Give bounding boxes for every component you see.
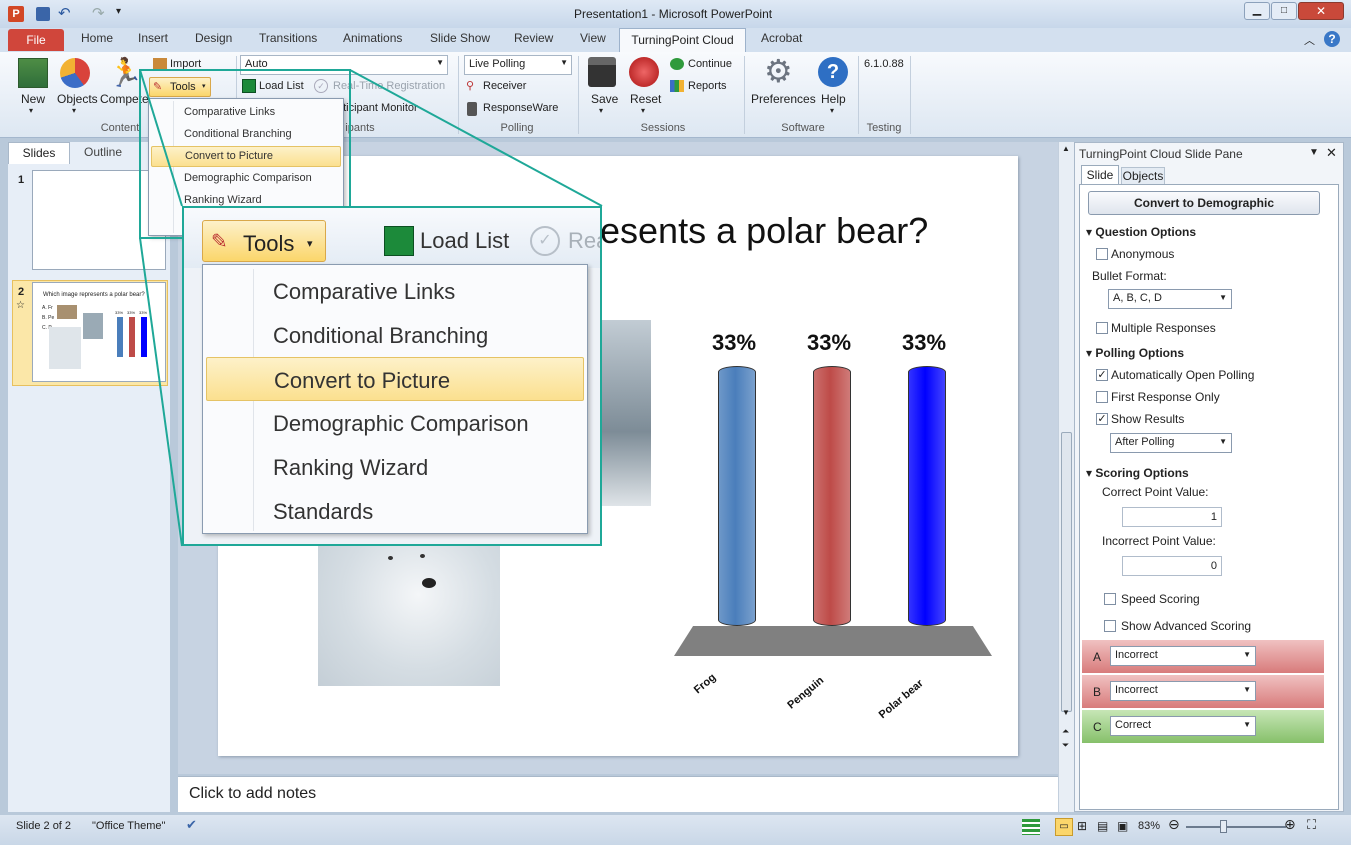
zoom-in-icon[interactable]: ⊕ <box>1284 816 1296 833</box>
reading-view-icon[interactable]: ▤ <box>1097 819 1108 833</box>
zoom-item-comparative-links[interactable]: Comparative Links <box>203 271 587 311</box>
theme-name: "Office Theme" <box>92 820 166 832</box>
zoom-load-list-icon <box>384 226 414 256</box>
zoom-out-icon[interactable]: ⊖ <box>1168 816 1180 833</box>
zoom-item-demographic-comparison[interactable]: Demographic Comparison <box>203 403 587 443</box>
slide-show-view-icon[interactable]: ▣ <box>1117 819 1128 833</box>
fit-to-window-icon[interactable]: ⛶ <box>1307 817 1316 833</box>
callout-line <box>139 237 183 547</box>
callout-line <box>349 69 603 207</box>
zoom-realtime-label: Rea <box>568 228 600 253</box>
zoom-realtime-icon: ✓ <box>530 226 560 256</box>
zoom-item-ranking-wizard[interactable]: Ranking Wizard <box>203 447 587 487</box>
spell-check-icon[interactable]: ✔ <box>186 817 197 833</box>
zoom-tools-icon: ✎ <box>211 231 228 253</box>
callout-line <box>139 69 183 207</box>
zoom-tools-dropdown-icon: ▾ <box>307 238 313 250</box>
zoom-level[interactable]: 83% <box>1138 820 1160 832</box>
zoom-tools-label: Tools <box>243 231 295 256</box>
status-bar: Slide 2 of 2 "Office Theme" ✔ ▭ ⊞ ▤ ▣ 83… <box>0 815 1351 845</box>
normal-view-icon[interactable]: ▭ <box>1055 818 1073 836</box>
turningpoint-status-icon[interactable] <box>1022 819 1040 835</box>
zoom-item-standards[interactable]: Standards <box>203 491 587 531</box>
zoom-slider-track[interactable] <box>1186 826 1286 828</box>
zoom-item-conditional-branching[interactable]: Conditional Branching <box>203 315 587 355</box>
zoom-item-convert-to-picture[interactable]: Convert to Picture <box>206 357 584 401</box>
slide-sorter-view-icon[interactable]: ⊞ <box>1077 819 1087 833</box>
zoom-slider-thumb[interactable] <box>1220 820 1227 833</box>
zoom-callout: ✎ Tools ▾ Load List ✓ Rea Comparative Li… <box>182 206 602 546</box>
zoom-load-list-label: Load List <box>420 228 510 253</box>
zoom-tools-menu: Comparative Links Conditional Branching … <box>202 264 588 534</box>
zoom-tools-button[interactable]: ✎ Tools ▾ <box>202 220 326 262</box>
slide-count: Slide 2 of 2 <box>16 820 72 832</box>
